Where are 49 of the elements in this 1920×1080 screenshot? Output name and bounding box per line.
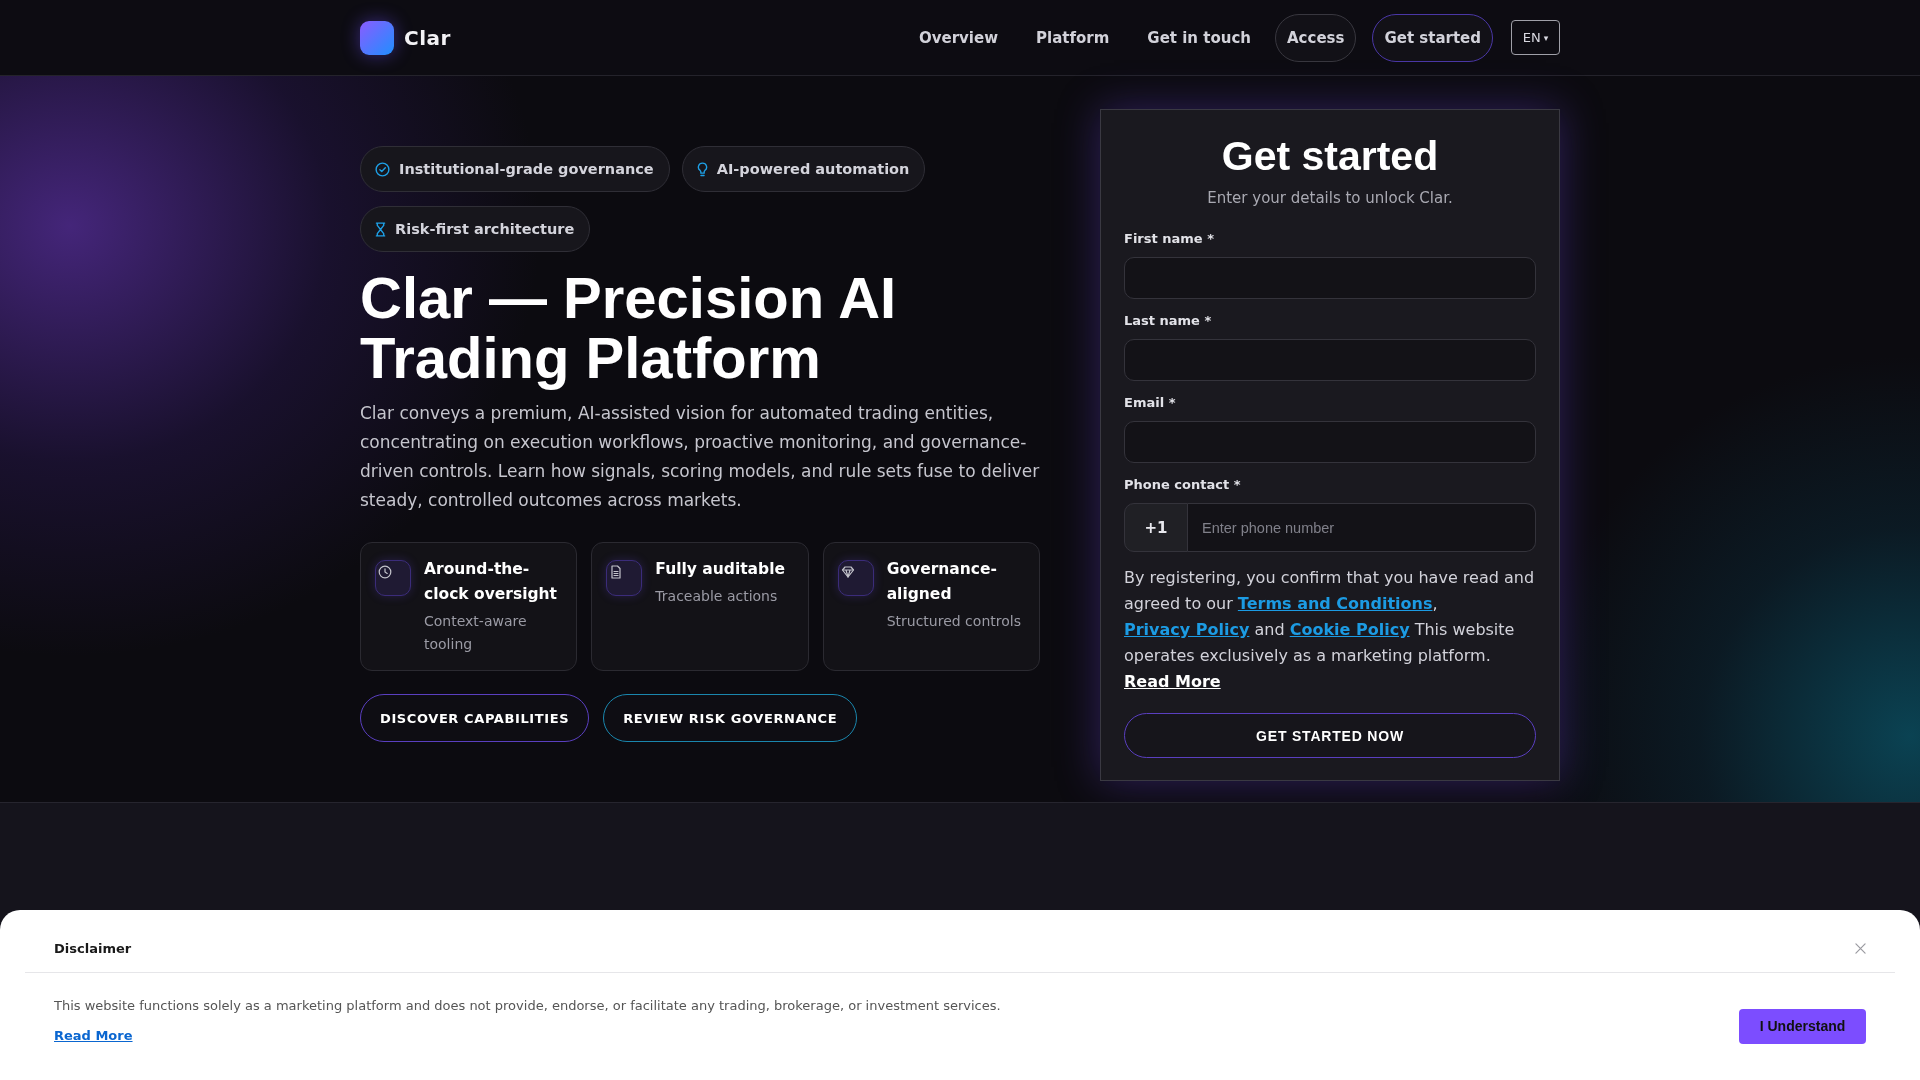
feature-subtitle: Structured controls bbox=[886, 612, 1022, 631]
consent-text: By registering, you confirm that you have read and agreed to our Terms and Conditions, Privacy Policy and Cookie Policy This website operates exclusively as a marketing platform. Read More bbox=[1124, 567, 1536, 693]
close-icon[interactable] bbox=[1855, 943, 1866, 954]
read-more-link[interactable]: Read More bbox=[54, 1027, 133, 1045]
policy-link[interactable]: Terms and Conditions bbox=[1237, 594, 1433, 613]
text-input-field[interactable] bbox=[1124, 421, 1536, 463]
nav-link[interactable]: Overview bbox=[905, 27, 1013, 48]
policy-link[interactable]: Cookie Policy bbox=[1289, 620, 1410, 639]
field-label: Email * bbox=[1124, 394, 1177, 412]
phone-input-field[interactable]: Enter phone number bbox=[1188, 503, 1536, 552]
feature-subtitle: Context-aware tooling bbox=[424, 612, 528, 654]
brand-name[interactable]: Clar bbox=[404, 25, 451, 50]
hourglass-icon bbox=[375, 221, 386, 237]
cta-button[interactable]: Get started bbox=[1372, 13, 1493, 62]
policy-link[interactable]: Privacy Policy bbox=[1124, 620, 1250, 639]
highlight-text: AI-powered automation bbox=[716, 161, 910, 177]
check-circle-icon bbox=[375, 161, 390, 177]
text-input-field[interactable] bbox=[1124, 257, 1536, 299]
language-selector[interactable]: EN ▾ bbox=[1511, 20, 1560, 55]
hero-description: Clar conveys a premium, AI-assisted vision for automated trading entities, concentrating on execution workflows, proactive monitoring, and governance-driven controls. Learn how signals, scoring models, and rule sets fuse to deliver steady, controlled outcomes across markets. bbox=[360, 402, 1040, 512]
feature-title: Governance-aligned bbox=[886, 559, 998, 605]
field-label: Last name * bbox=[1124, 312, 1213, 330]
nav-button[interactable]: Access bbox=[1275, 13, 1357, 62]
clock-icon bbox=[375, 560, 411, 596]
submit-button[interactable]: GET STARTED NOW bbox=[1124, 713, 1536, 758]
lightbulb-icon bbox=[696, 161, 708, 177]
document-icon bbox=[606, 560, 643, 596]
field-label: First name * bbox=[1124, 230, 1215, 248]
read-more-link[interactable]: Read More bbox=[1124, 672, 1221, 691]
secondary-action-button[interactable]: REVIEW RISK GOVERNANCE bbox=[603, 694, 858, 742]
field-label: Phone contact * bbox=[1124, 476, 1242, 494]
highlight-text: Risk-first architecture bbox=[395, 221, 575, 237]
diamond-icon bbox=[837, 560, 874, 596]
disclaimer-title: Disclaimer bbox=[54, 941, 132, 957]
signup-subtitle: Enter your details to unlock Clar. bbox=[1206, 188, 1454, 208]
country-code-prefix[interactable]: +1 bbox=[1124, 503, 1188, 552]
disclaimer-text: This website functions solely as a marketing platform and does not provide, endorse, or facilitate any trading, brokerage, or investment services. bbox=[54, 997, 1001, 1015]
highlight-text: Institutional-grade governance bbox=[399, 161, 654, 177]
feature-title: Fully auditable bbox=[655, 559, 785, 580]
primary-action-button[interactable]: DISCOVER CAPABILITIES bbox=[360, 694, 590, 742]
understand-button[interactable]: I Understand bbox=[1739, 1008, 1866, 1044]
nav-link[interactable]: Get in touch bbox=[1133, 27, 1265, 48]
hero-title: Clar — Precision AI Trading Platform bbox=[360, 268, 898, 388]
nav-link[interactable]: Platform bbox=[1022, 27, 1124, 48]
signup-title: Get started bbox=[1220, 132, 1440, 180]
logo-icon bbox=[360, 20, 394, 55]
text-input-field[interactable] bbox=[1124, 339, 1536, 381]
feature-subtitle: Traceable actions bbox=[655, 587, 779, 606]
feature-title: Around-the-clock oversight bbox=[424, 559, 559, 605]
